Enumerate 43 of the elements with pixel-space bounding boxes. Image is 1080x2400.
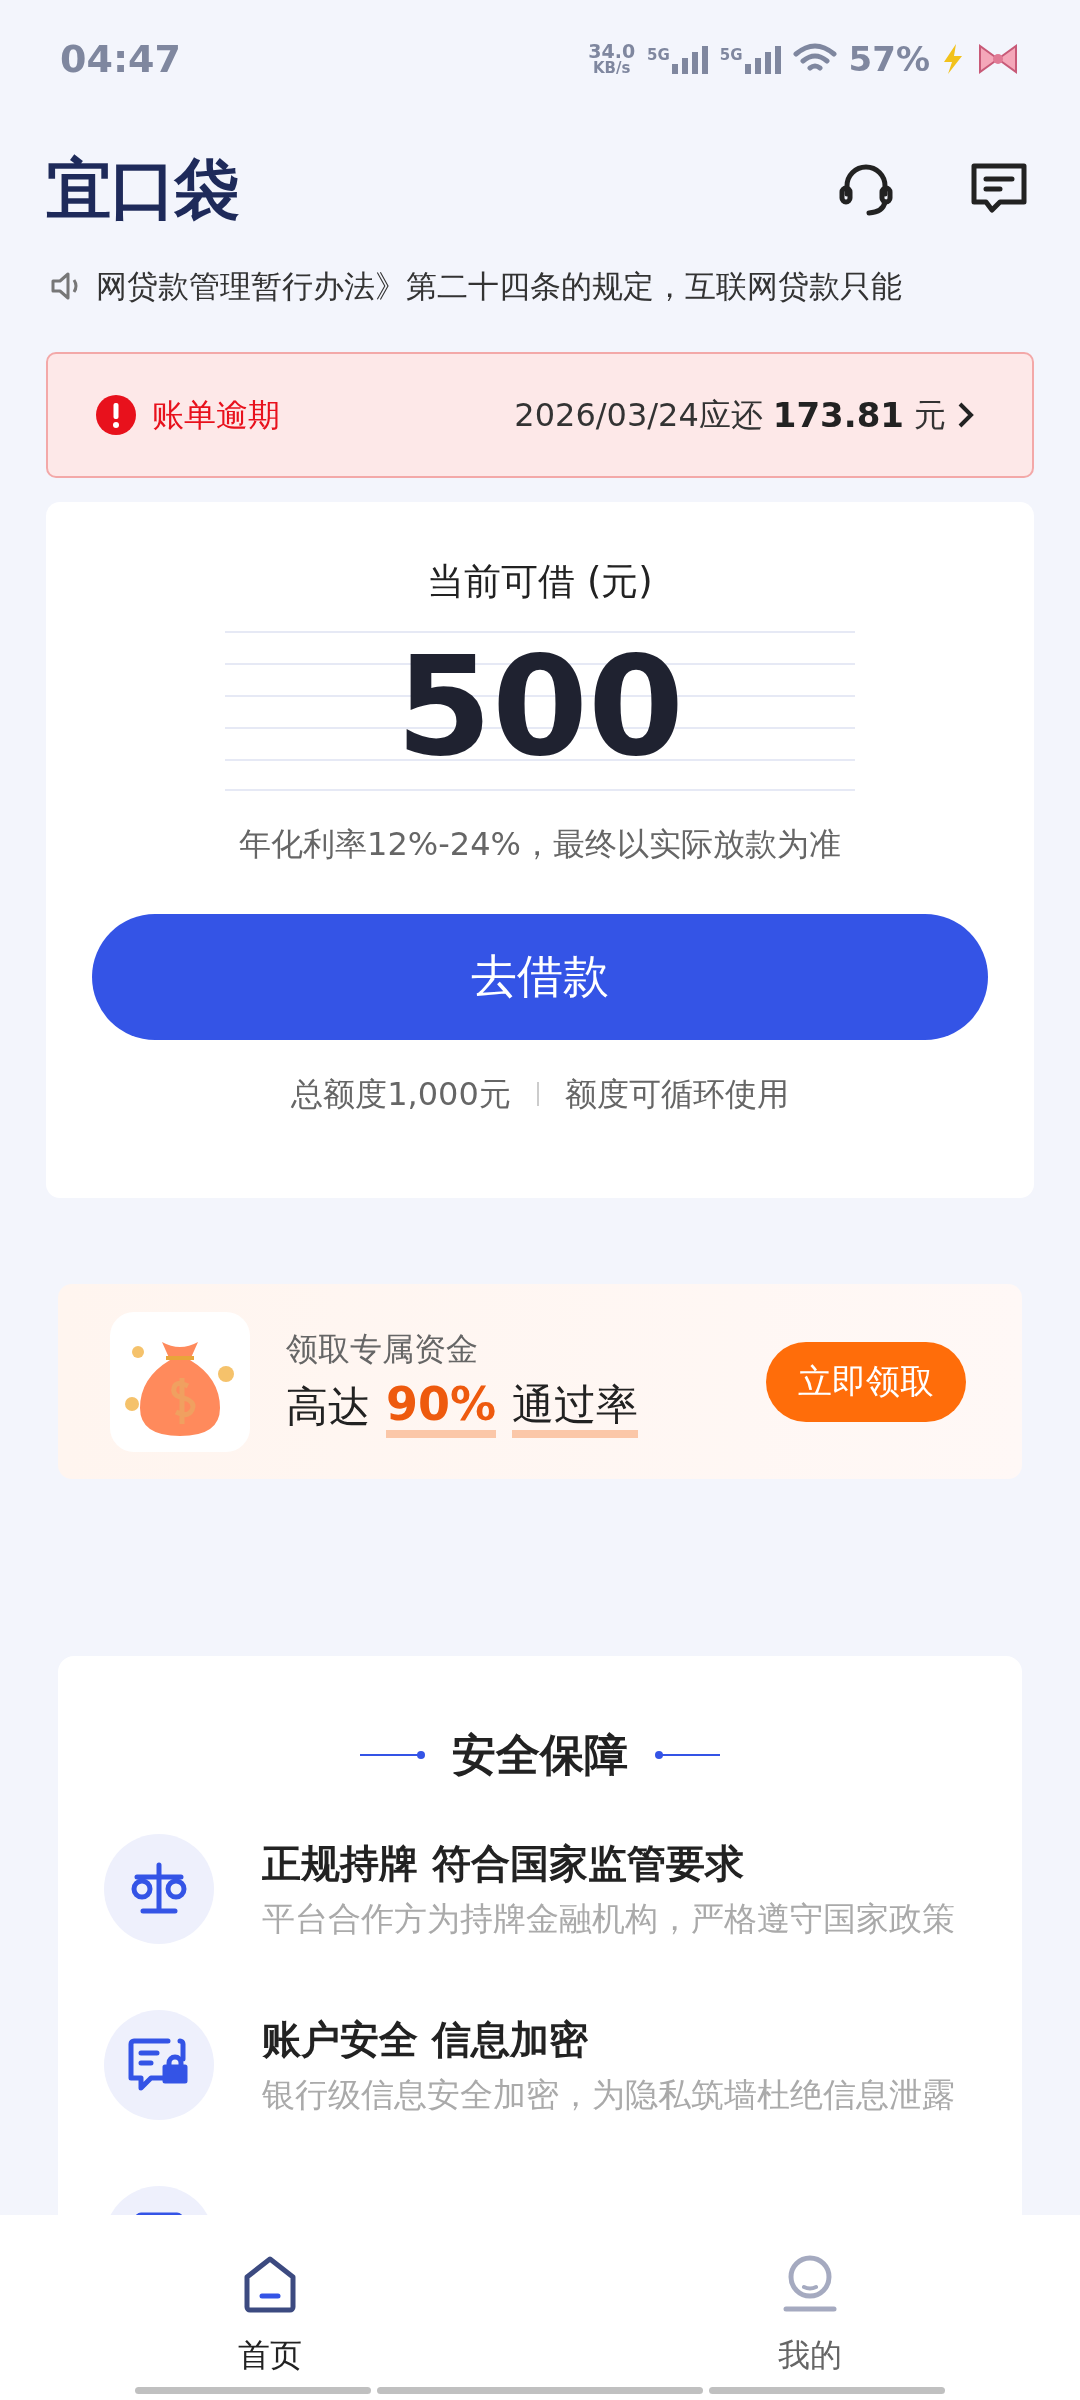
charging-icon (942, 44, 964, 74)
signal-icon (671, 44, 708, 74)
nav-tab[interactable]: 首页 (0, 2215, 540, 2387)
home-icon (243, 2255, 297, 2313)
rate-note: 年化利率12%-24%，最终以实际放款为准 (239, 823, 841, 865)
overdue-status: 账单逾期 (152, 395, 280, 436)
feature-title: 正规持牌 符合国家监管要求 (262, 1840, 745, 1888)
promo-title: 高达 (286, 1381, 370, 1433)
message-icon (970, 162, 1028, 216)
app-logo: 宜口袋 (46, 149, 238, 230)
title-decoration-icon (360, 1750, 426, 1760)
bow-icon (976, 42, 1020, 76)
overdue-bill-banner[interactable]: 账单逾期 2026/03/24应还 173.81 元 (46, 352, 1034, 478)
feature-title: 账户安全 信息加密 (262, 2016, 589, 2064)
signal-icon (744, 44, 781, 74)
network-type: 5G (719, 45, 743, 66)
pass-rate: 90% (386, 1379, 497, 1438)
chat-lock-icon (128, 2037, 190, 2093)
total-limit: 总额度1,000元 (291, 1073, 511, 1115)
nav-tab[interactable]: 我的 (540, 2215, 1080, 2387)
user-icon (782, 2255, 838, 2313)
money-bag-icon (110, 1311, 250, 1452)
battery-percent: 57% (848, 37, 930, 81)
borrow-button[interactable]: 去借款 (92, 913, 988, 1040)
due-date: 2026/03/24应还 (514, 395, 763, 436)
network-speed: 34.0 (588, 42, 636, 61)
currency-unit: 元 (914, 395, 946, 436)
chevron-right-icon (956, 400, 976, 430)
due-amount: 173.81 (772, 393, 904, 437)
network-type: 5G (647, 45, 670, 66)
status-time: 04:47 (60, 35, 181, 83)
promo-title: 通过率 (512, 1379, 639, 1438)
available-label: 当前可借 (元) (427, 559, 653, 605)
network-speed-unit: KB/s (592, 61, 631, 76)
revolving-note: 额度可循环使用 (564, 1073, 789, 1115)
feature-description: 银行级信息安全加密，为隐私筑墙杜绝信息泄露 (262, 2073, 955, 2116)
alert-icon (96, 395, 136, 435)
feature-description: 平台合作方为持牌金融机构，严格遵守国家政策 (262, 1897, 955, 1940)
available-amount: 500 (395, 637, 685, 776)
security-title: 安全保障 (452, 1728, 628, 1782)
notice-text: 网贷款管理暂行办法》第二十四条的规定，互联网贷款只能 (96, 266, 902, 306)
title-decoration-icon (654, 1750, 720, 1760)
promo-subtitle: 领取专属资金 (286, 1329, 479, 1370)
